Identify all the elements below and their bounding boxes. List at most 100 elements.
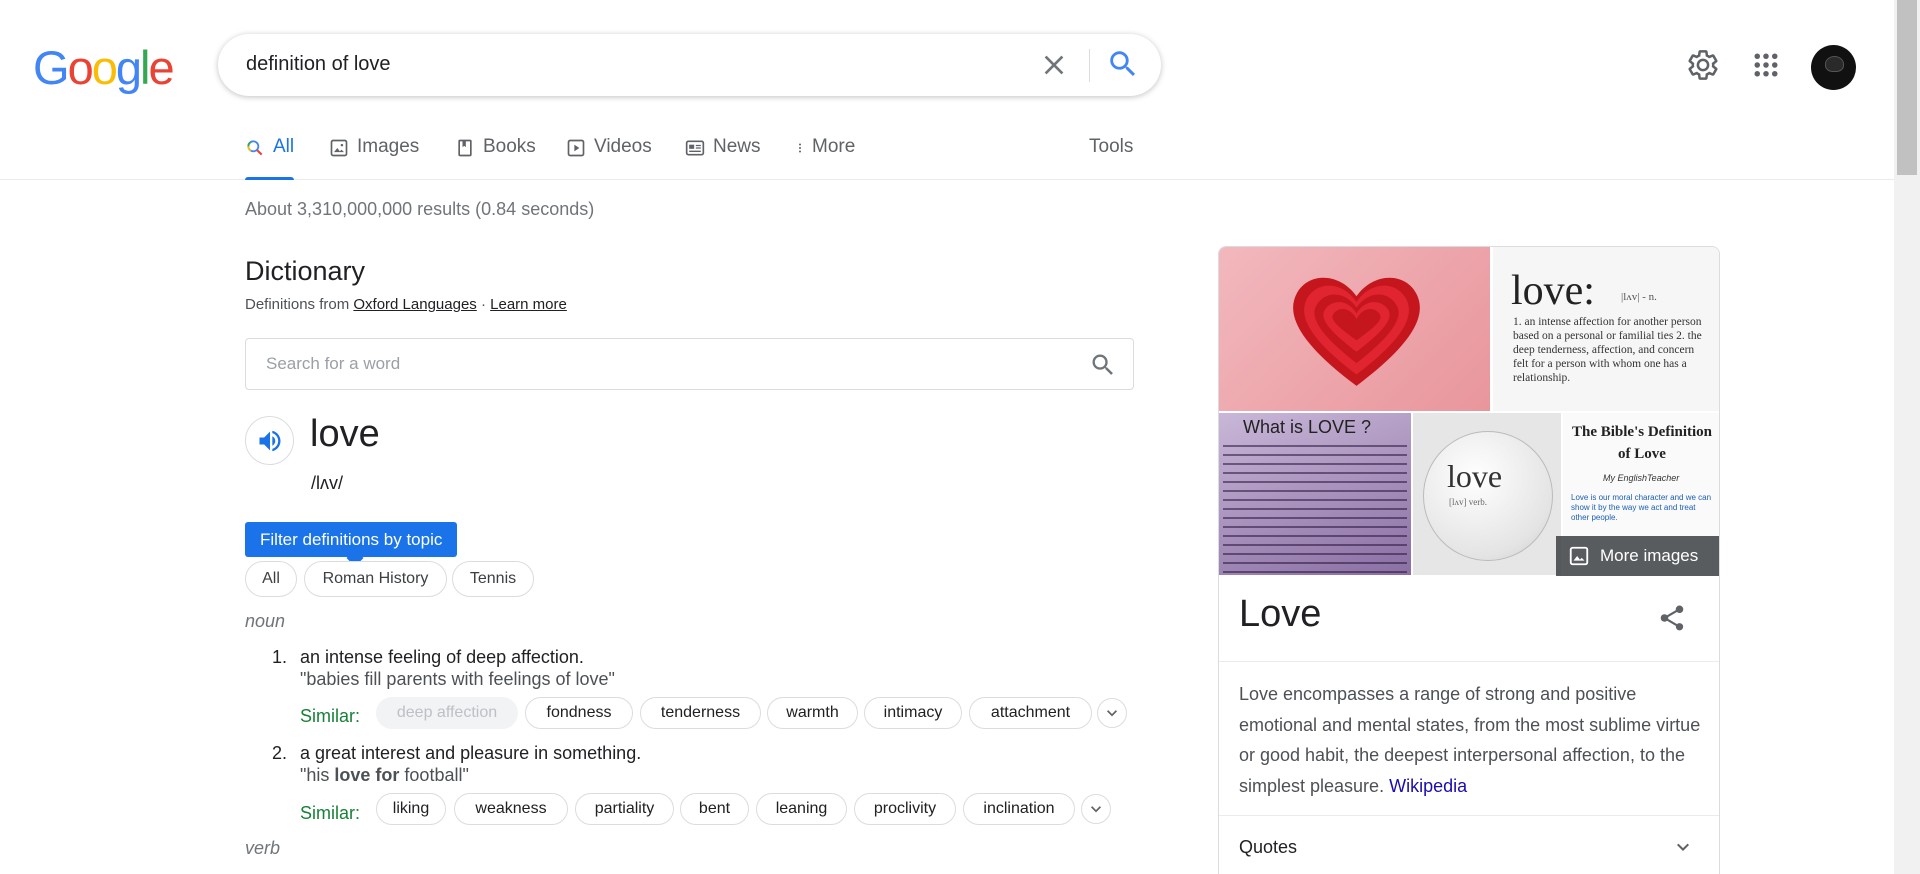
search-icon xyxy=(247,140,263,156)
more-images-button[interactable]: More images xyxy=(1556,536,1719,576)
tools-label: Tools xyxy=(1089,136,1134,157)
topic-chip-roman-history[interactable]: Roman History xyxy=(304,561,447,597)
wikipedia-link[interactable]: Wikipedia xyxy=(1389,776,1467,796)
similar-label: Similar: xyxy=(300,803,361,823)
tab-more[interactable]: More xyxy=(794,136,855,180)
more-vert-icon xyxy=(799,143,801,153)
panel-description: Love encompasses a range of strong and p… xyxy=(1239,679,1709,801)
img5-text: Love is our moral character and we can s… xyxy=(1571,493,1712,522)
tab-all[interactable]: All xyxy=(245,136,295,180)
search-box[interactable]: definition of love xyxy=(218,34,1161,96)
tab-label: More xyxy=(812,136,856,157)
similar-chip[interactable]: weakness xyxy=(454,793,568,825)
tab-label: Images xyxy=(357,136,420,157)
tab-images[interactable]: Images xyxy=(329,136,419,180)
source-prefix: Definitions from xyxy=(245,296,350,313)
logo-letter: o xyxy=(67,41,94,94)
similar-chip[interactable]: liking xyxy=(376,793,446,825)
pronunciation-button[interactable] xyxy=(245,416,294,465)
similar-label: Similar: xyxy=(300,706,361,726)
panel-divider xyxy=(1219,815,1719,816)
settings-gear-icon[interactable] xyxy=(1686,48,1720,82)
search-input[interactable]: definition of love xyxy=(246,53,391,76)
image-icon xyxy=(330,139,348,157)
panel-divider xyxy=(1219,661,1719,662)
apps-grid-icon[interactable] xyxy=(1751,50,1781,80)
definition-number: 1. xyxy=(272,647,288,667)
similar-chip[interactable]: warmth xyxy=(767,697,858,729)
part-of-speech-verb: verb xyxy=(245,838,281,858)
tools-button[interactable]: Tools xyxy=(1089,136,1133,180)
img4-sub: [lʌv] verb. xyxy=(1449,497,1487,507)
img5-brand: My EnglishTeacher xyxy=(1603,473,1680,483)
page-scrollbar[interactable] xyxy=(1894,0,1920,874)
scrollbar-thumb[interactable] xyxy=(1897,0,1917,175)
header: Google definition of love All Images Boo… xyxy=(0,0,1894,180)
similar-chip[interactable]: attachment xyxy=(969,697,1092,729)
tab-videos[interactable]: Videos xyxy=(566,136,652,180)
example-post: football" xyxy=(399,765,469,785)
expand-similar-button[interactable] xyxy=(1081,794,1111,824)
heart-icon xyxy=(1293,277,1420,386)
share-icon[interactable] xyxy=(1657,603,1687,633)
logo-letter: g xyxy=(115,41,142,94)
topic-chip-all[interactable]: All xyxy=(245,561,297,597)
heart-image[interactable] xyxy=(1219,247,1490,411)
oxford-languages-link[interactable]: Oxford Languages xyxy=(353,296,476,313)
img5-title: The Bible's Definition of Love xyxy=(1571,424,1713,462)
love-button-image[interactable]: love [lʌv] verb. xyxy=(1413,413,1561,575)
book-icon xyxy=(458,139,472,157)
example-bold: love for xyxy=(334,765,400,785)
tab-books[interactable]: Books xyxy=(455,136,536,180)
expand-similar-button[interactable] xyxy=(1097,698,1127,728)
similar-chip: deep affection xyxy=(376,697,518,729)
headword: love xyxy=(310,413,380,455)
logo-letter: G xyxy=(33,41,70,94)
description-text: Love encompasses a range of strong and p… xyxy=(1239,684,1701,796)
result-stats: About 3,310,000,000 results (0.84 second… xyxy=(245,199,595,219)
learn-more-link[interactable]: Learn more xyxy=(490,296,567,313)
word-search-placeholder: Search for a word xyxy=(266,354,401,373)
word-search-field[interactable]: Search for a word xyxy=(245,338,1134,390)
tab-label: Videos xyxy=(594,136,652,157)
panel-title: Love xyxy=(1239,593,1322,635)
google-logo[interactable]: Google xyxy=(33,41,175,94)
example-pre: "his xyxy=(300,765,335,785)
dictionary-title: Dictionary xyxy=(245,256,366,286)
img4-word: love xyxy=(1447,458,1503,494)
search-icon[interactable] xyxy=(1106,47,1140,81)
logo-letter: e xyxy=(148,41,174,94)
definition-text: an intense feeling of deep affection. xyxy=(300,647,584,667)
similar-chip[interactable]: fondness xyxy=(525,697,633,729)
image-icon xyxy=(1569,546,1589,566)
similar-chip[interactable]: inclination xyxy=(963,793,1075,825)
similar-chip[interactable]: leaning xyxy=(756,793,847,825)
similar-chip[interactable]: intimacy xyxy=(864,697,962,729)
similar-chip[interactable]: partiality xyxy=(575,793,674,825)
account-avatar[interactable] xyxy=(1811,45,1856,90)
search-icon[interactable] xyxy=(1089,351,1117,379)
what-is-love-image[interactable]: What is LOVE ? xyxy=(1219,413,1411,575)
quotes-section[interactable]: Quotes xyxy=(1239,837,1297,858)
source-separator: · xyxy=(480,296,486,313)
knowledge-panel: love: |lʌv| - n. 1. an intense affection… xyxy=(1218,246,1720,874)
img3-text-lines xyxy=(1223,445,1407,573)
card-word: love: xyxy=(1511,268,1595,314)
card-phonetic: |lʌv| - n. xyxy=(1621,291,1657,303)
phonetic: /lʌv/ xyxy=(311,473,344,493)
clear-icon[interactable] xyxy=(1038,49,1070,81)
definition-number: 2. xyxy=(272,743,288,763)
chevron-down-icon[interactable] xyxy=(1671,835,1695,859)
similar-chip[interactable]: proclivity xyxy=(854,793,956,825)
definition-example: "his love for football" xyxy=(300,765,469,786)
tab-label: Books xyxy=(483,136,536,157)
tab-news[interactable]: News xyxy=(685,136,761,180)
topic-chip-tennis[interactable]: Tennis xyxy=(452,561,534,597)
card-text: 1. an intense affection for another pers… xyxy=(1513,316,1702,384)
logo-letter: o xyxy=(91,41,118,94)
dictionary-source: Definitions from Oxford Languages · Lear… xyxy=(245,296,567,313)
similar-chip[interactable]: tenderness xyxy=(640,697,761,729)
search-divider xyxy=(1089,49,1090,82)
definition-card-image[interactable]: love: |lʌv| - n. 1. an intense affection… xyxy=(1492,247,1719,411)
similar-chip[interactable]: bent xyxy=(680,793,749,825)
